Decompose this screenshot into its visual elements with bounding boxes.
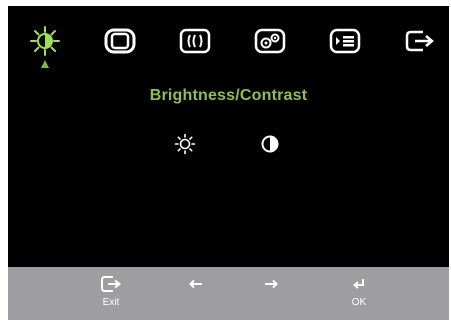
- exit-label: Exit: [102, 297, 120, 308]
- menu-title: Brightness/Contrast: [149, 87, 308, 104]
- ok-button[interactable]: OK: [334, 273, 384, 317]
- brightness-icon[interactable]: [26, 24, 64, 58]
- selection-indicator: [41, 60, 49, 68]
- ok-label: OK: [351, 297, 367, 308]
- image-setup-icon[interactable]: [176, 24, 214, 58]
- contrast-icon[interactable]: [258, 132, 282, 156]
- exit-icon[interactable]: [401, 24, 439, 58]
- control-bar: Exit OK: [8, 267, 449, 320]
- osd-screen: Brightness/Contrast Exit OK: [8, 6, 449, 320]
- options-icon[interactable]: [326, 24, 364, 58]
- enter-icon: [352, 273, 366, 295]
- left-button[interactable]: [171, 273, 221, 317]
- image-properties-icon[interactable]: [251, 24, 289, 58]
- exit-arrow-icon: [100, 273, 122, 295]
- exit-button[interactable]: Exit: [86, 273, 136, 317]
- image-position-icon[interactable]: [101, 24, 139, 58]
- arrow-left-icon: [189, 273, 203, 295]
- arrow-right-icon: [264, 273, 278, 295]
- brightness-sun-icon[interactable]: [173, 132, 197, 156]
- right-button[interactable]: [246, 273, 296, 317]
